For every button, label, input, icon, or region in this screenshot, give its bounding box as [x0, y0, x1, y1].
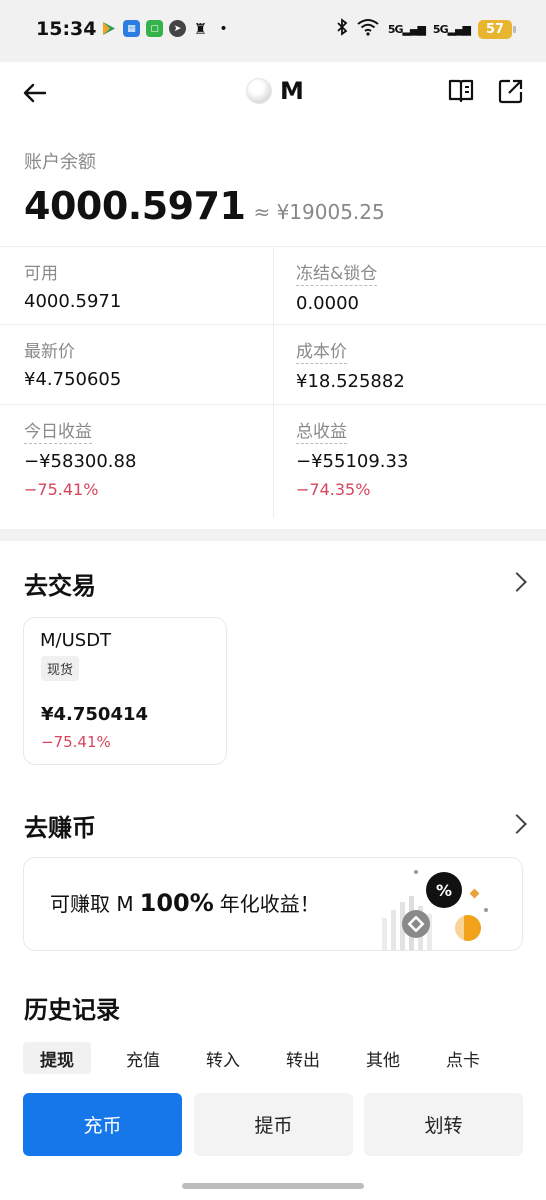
back-arrow-icon[interactable] [20, 78, 50, 108]
top-nav: M [0, 62, 546, 124]
tab-withdraw[interactable]: 提现 [23, 1042, 91, 1074]
share-icon[interactable] [496, 76, 526, 106]
spot-tag: 现货 [41, 656, 80, 681]
pair-change: −75.41% [41, 733, 111, 751]
earn-banner[interactable]: 可赚取 M 100% 年化收益！ % [23, 857, 523, 951]
balance-row: 4000.5971 ≈ ¥19005.25 [24, 184, 385, 228]
tab-deposit[interactable]: 充值 [103, 1042, 183, 1074]
stat-latest-price: 最新价 ¥4.750605 [0, 325, 273, 404]
tab-transfer-out[interactable]: 转出 [263, 1042, 343, 1074]
wifi-icon [356, 18, 380, 40]
notification-icons: ▦ ▢ ➤ ♜ • [100, 19, 232, 38]
stat-frozen[interactable]: 冻结&锁仓 0.0000 [273, 247, 546, 324]
bluetooth-icon [336, 18, 348, 40]
history-section-title: 历史记录 [24, 996, 120, 1024]
stat-change: −75.41% [24, 480, 99, 499]
keyhole-icon: ♜ [193, 19, 208, 38]
stat-change: −74.35% [296, 480, 371, 499]
stat-value: 0.0000 [296, 293, 359, 314]
stat-value: ¥18.525882 [296, 371, 405, 392]
stats-row: 可用 4000.5971 冻结&锁仓 0.0000 [0, 246, 546, 324]
balance-amount: 4000.5971 [24, 184, 246, 228]
section-divider [0, 529, 546, 541]
stat-value: −¥58300.88 [24, 451, 137, 472]
stat-label[interactable]: 冻结&锁仓 [296, 259, 378, 286]
book-icon[interactable] [446, 76, 476, 106]
deposit-button[interactable]: 充币 [23, 1093, 182, 1156]
chevron-right-icon[interactable] [507, 814, 527, 834]
stat-label[interactable]: 总收益 [296, 417, 347, 444]
trade-section-title[interactable]: 去交易 [24, 566, 96, 601]
message-icon: ▢ [146, 20, 163, 37]
app-icon: ▦ [123, 20, 140, 37]
battery-icon: 57 [478, 19, 516, 39]
coin-logo-icon [246, 78, 272, 104]
earn-suffix: 年化收益！ [219, 892, 320, 916]
history-tabs: 提现 充值 转入 转出 其他 点卡 [23, 1042, 503, 1074]
pair-name: M/USDT [40, 630, 112, 651]
page-title: M [280, 77, 304, 105]
pair-price: ¥4.750414 [41, 704, 149, 725]
earn-prefix: 可赚取 M [50, 892, 134, 916]
home-indicator[interactable] [182, 1183, 364, 1189]
stat-label[interactable]: 成本价 [296, 337, 347, 364]
withdraw-button[interactable]: 提币 [194, 1093, 353, 1156]
signal-icon: 5G▂▄▆ [387, 22, 426, 36]
stat-value: −¥55109.33 [296, 451, 409, 472]
telegram-icon: ➤ [169, 20, 186, 37]
status-bar: 15:34 ▦ ▢ ➤ ♜ • 5G▂▄▆ 5G▂▄▆ 57 [0, 0, 546, 62]
status-time: 15:34 [36, 18, 97, 40]
dot-icon: • [219, 20, 228, 37]
earn-percent: 100% [139, 889, 214, 917]
tab-point-card[interactable]: 点卡 [423, 1042, 503, 1074]
stat-available: 可用 4000.5971 [0, 247, 273, 324]
stat-label: 最新价 [24, 342, 75, 362]
stat-today-pnl[interactable]: 今日收益 −¥58300.88 −75.41% [0, 405, 273, 518]
balance-fiat-approx: ≈ ¥19005.25 [253, 200, 385, 224]
stat-label[interactable]: 今日收益 [24, 417, 92, 444]
stats-grid: 可用 4000.5971 冻结&锁仓 0.0000 最新价 ¥4.750605 … [0, 246, 546, 518]
play-store-icon [100, 20, 117, 37]
signal-icon-2: 5G▂▄▆ [432, 22, 471, 36]
stat-value: 4000.5971 [24, 291, 122, 312]
earn-badge: % [436, 881, 452, 900]
balance-label: 账户余额 [24, 152, 96, 173]
transfer-button[interactable]: 划转 [364, 1093, 523, 1156]
stats-row: 今日收益 −¥58300.88 −75.41% 总收益 −¥55109.33 −… [0, 404, 546, 518]
stat-cost-price[interactable]: 成本价 ¥18.525882 [273, 325, 546, 404]
stat-total-pnl[interactable]: 总收益 −¥55109.33 −74.35% [273, 405, 546, 518]
stat-label: 可用 [24, 264, 58, 284]
tab-transfer-in[interactable]: 转入 [183, 1042, 263, 1074]
earn-illustration-icon: % [382, 870, 488, 950]
chevron-right-icon[interactable] [507, 572, 527, 592]
status-right: 5G▂▄▆ 5G▂▄▆ 57 [336, 18, 516, 40]
stats-row: 最新价 ¥4.750605 成本价 ¥18.525882 [0, 324, 546, 404]
tab-other[interactable]: 其他 [343, 1042, 423, 1074]
trade-pair-card[interactable]: M/USDT 现货 ¥4.750414 −75.41% [23, 617, 227, 765]
earn-section-title[interactable]: 去赚币 [24, 808, 96, 843]
stat-value: ¥4.750605 [24, 369, 122, 390]
earn-text: 可赚取 M 100% 年化收益！ [50, 888, 320, 917]
page-title-group: M [246, 77, 304, 105]
